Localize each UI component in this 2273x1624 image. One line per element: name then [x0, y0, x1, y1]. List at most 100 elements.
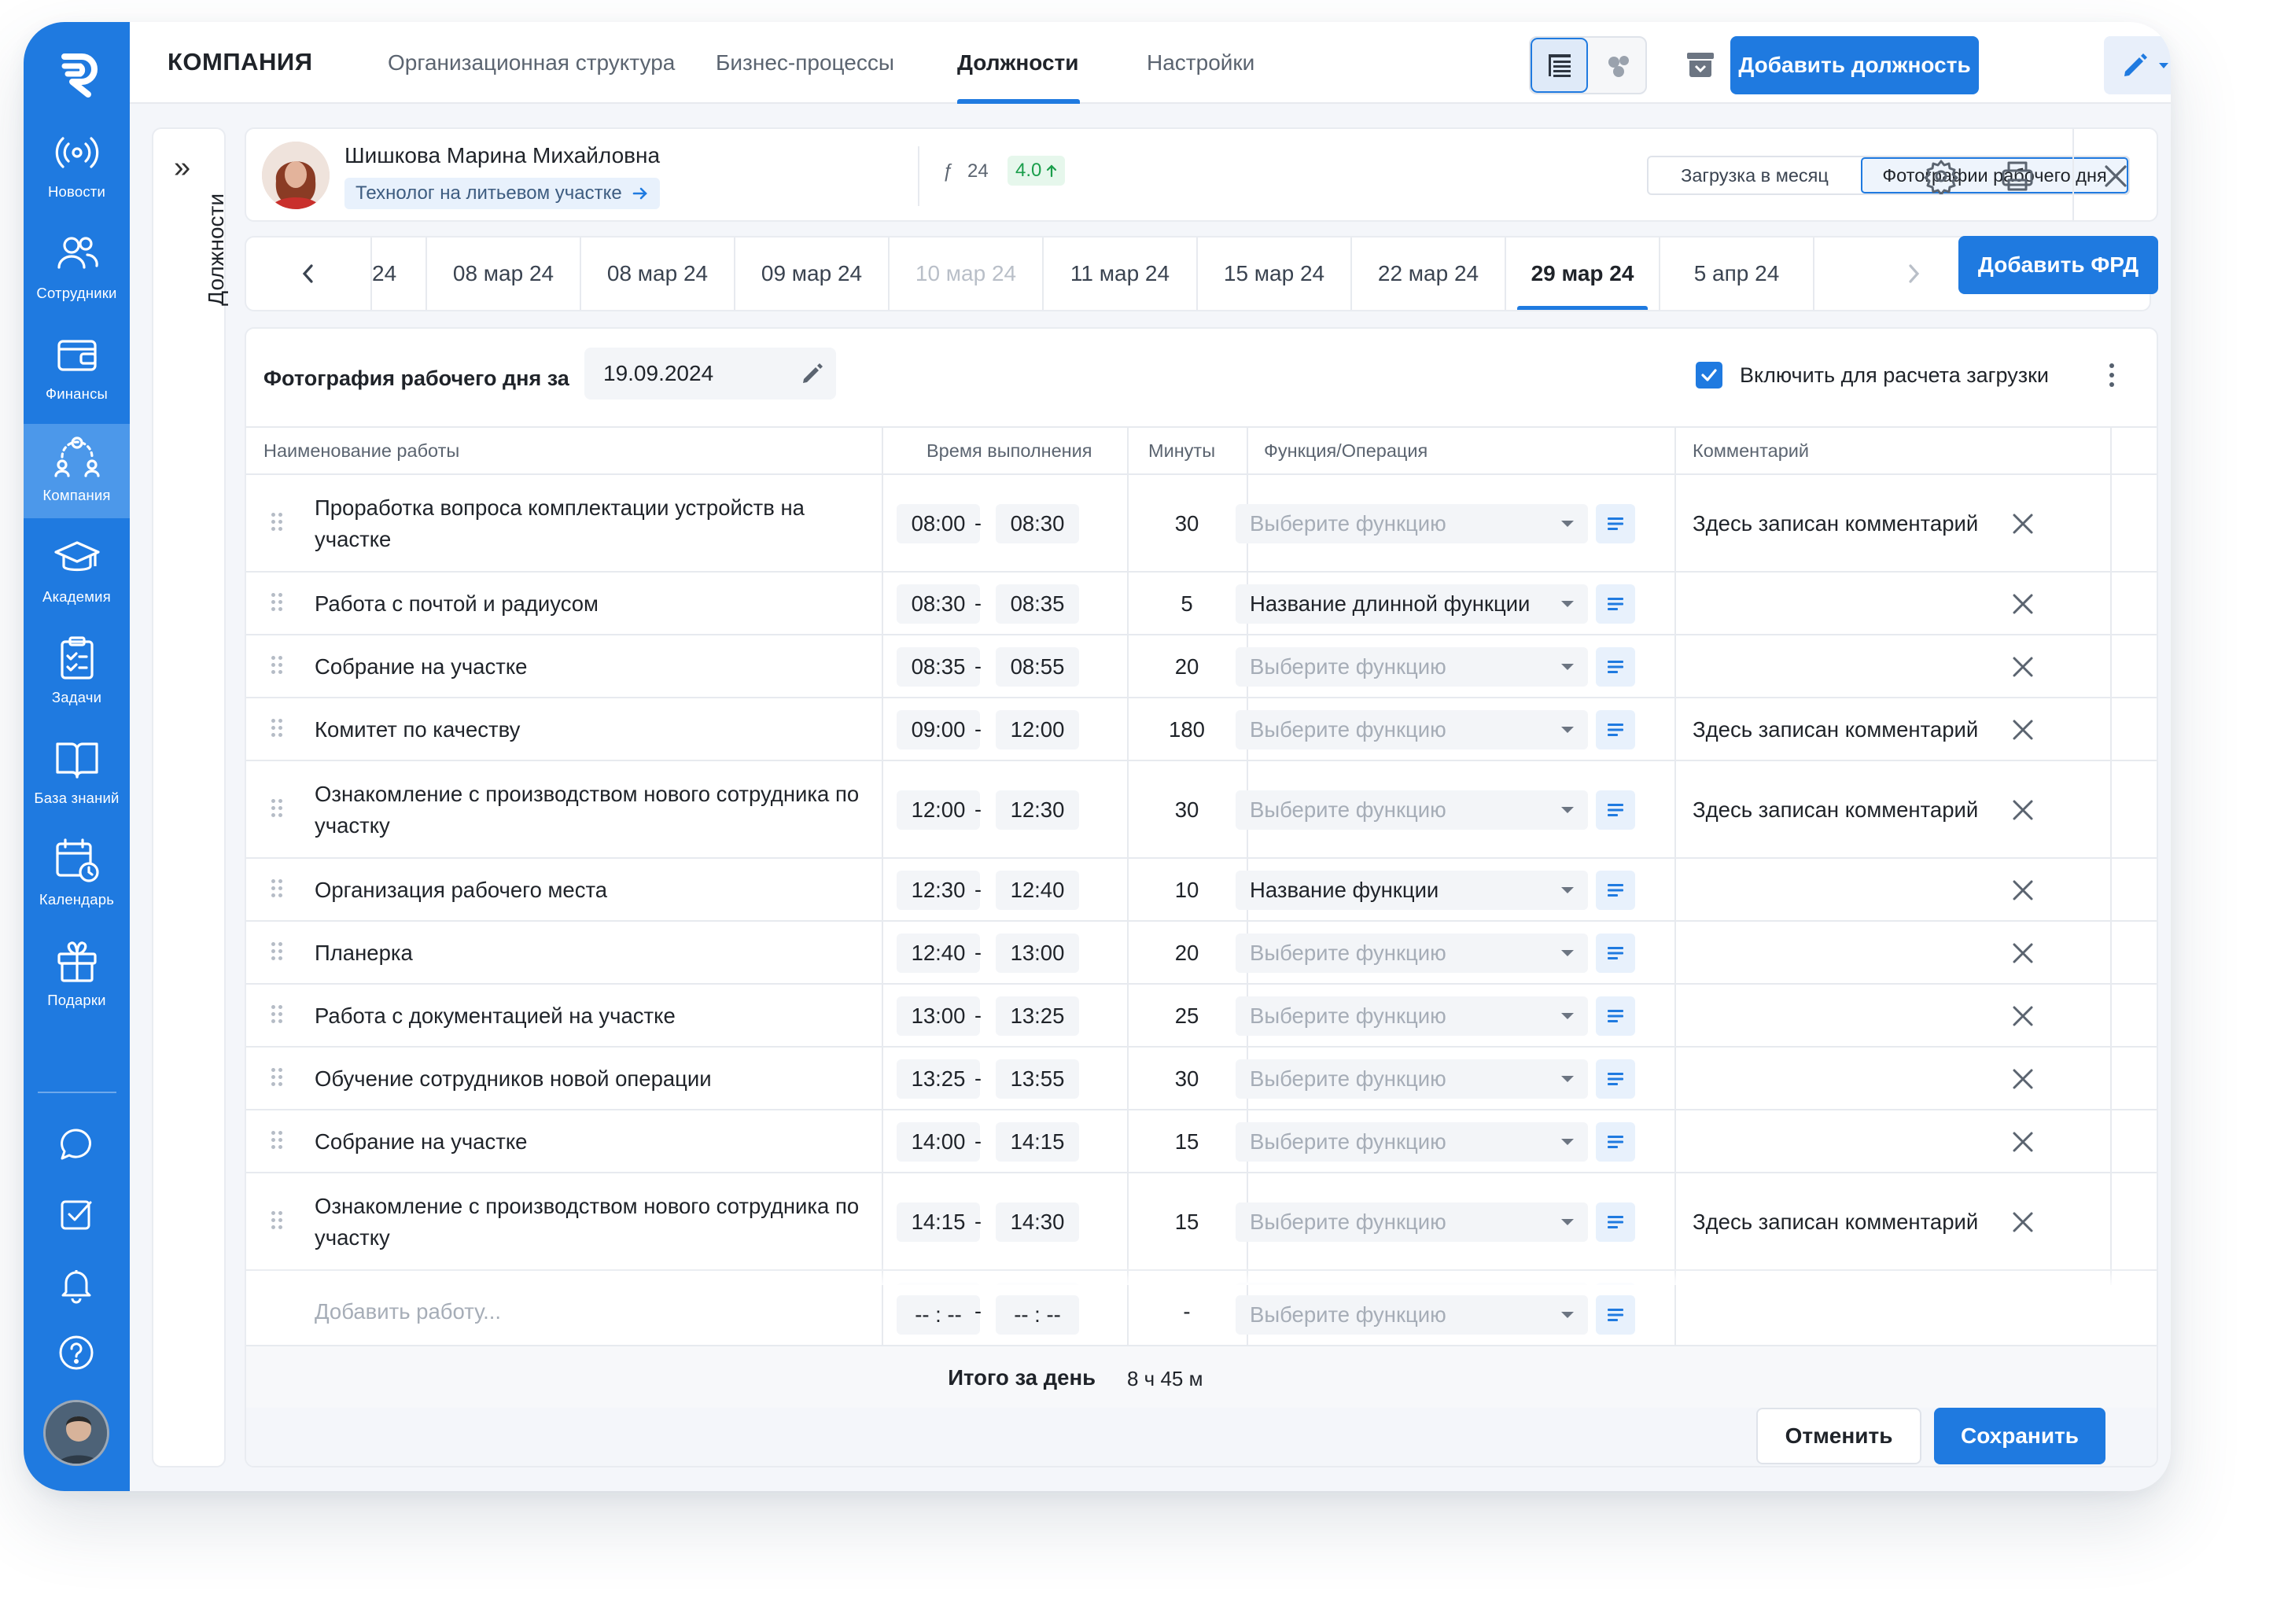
dates-next-button[interactable]	[1851, 238, 1976, 310]
pencil-icon[interactable]	[800, 361, 825, 386]
delete-row-button[interactable]	[2003, 584, 2043, 624]
date-tab[interactable]: 22 мар 24	[1352, 238, 1506, 310]
drag-handle-icon[interactable]	[271, 799, 282, 821]
work-name[interactable]: Работа с документацией на участке	[315, 1000, 865, 1032]
end-time-input[interactable]: 14:30	[996, 1202, 1079, 1242]
end-time-input[interactable]: 12:40	[996, 871, 1079, 910]
cancel-button[interactable]: Отменить	[1756, 1408, 1921, 1464]
drag-handle-icon[interactable]	[271, 593, 282, 615]
row-comment[interactable]: Здесь записан комментарий	[1693, 717, 1978, 742]
start-time-input[interactable]: 12:30	[897, 871, 980, 910]
work-name[interactable]: Организация рабочего места	[315, 875, 865, 906]
add-function-select[interactable]: Выберите функцию	[1236, 1295, 1588, 1335]
end-time-input[interactable]: 08:30	[996, 504, 1079, 543]
tab-org-structure[interactable]: Организационная структура	[388, 50, 675, 75]
tab-business-processes[interactable]: Бизнес-процессы	[716, 50, 894, 75]
work-name[interactable]: Работа с почтой и радиусом	[315, 588, 865, 620]
end-time-input[interactable]: 14:15	[996, 1122, 1079, 1162]
row-comment-empty[interactable]	[1693, 1129, 1991, 1156]
drag-handle-icon[interactable]	[271, 719, 282, 741]
row-comment-empty[interactable]	[1693, 878, 1991, 904]
sidebar-item-academy[interactable]: Академия	[24, 525, 130, 620]
employee-role-link[interactable]: Технолог на литьевом участке	[344, 178, 660, 209]
sidebar-item-gifts[interactable]: Подарки	[24, 929, 130, 1023]
drag-handle-icon[interactable]	[271, 513, 282, 535]
date-tab[interactable]: 5 апр 24	[1660, 238, 1814, 310]
row-comment-empty[interactable]	[1693, 654, 1991, 681]
add-end-time[interactable]: -- : --	[996, 1295, 1079, 1335]
row-comment-empty[interactable]	[1693, 1066, 1991, 1093]
drag-handle-icon[interactable]	[271, 1068, 282, 1090]
bubble-view-button[interactable]	[1590, 38, 1645, 93]
sidebar-item-employees[interactable]: Сотрудники	[24, 222, 130, 316]
end-time-input[interactable]: 12:00	[996, 710, 1079, 749]
row-comment-empty[interactable]	[1693, 591, 1991, 618]
close-card-button[interactable]	[2092, 153, 2139, 200]
start-time-input[interactable]: 13:25	[897, 1059, 980, 1099]
delete-row-button[interactable]	[2003, 871, 2043, 910]
settings-button[interactable]	[1917, 153, 1965, 200]
function-list-button[interactable]	[1596, 1122, 1635, 1162]
function-list-button[interactable]	[1596, 1059, 1635, 1099]
delete-row-button[interactable]	[2003, 1122, 2043, 1162]
date-tab[interactable]: 11 мар 24	[1044, 238, 1198, 310]
row-comment-empty[interactable]	[1693, 1003, 1991, 1030]
user-avatar[interactable]	[43, 1400, 109, 1466]
tab-positions[interactable]: Должности	[957, 50, 1078, 75]
work-name[interactable]: Комитет по качеству	[315, 714, 865, 746]
save-button[interactable]: Сохранить	[1934, 1408, 2105, 1464]
archive-button[interactable]	[1675, 39, 1726, 90]
row-comment[interactable]: Здесь записан комментарий	[1693, 797, 1978, 823]
edit-menu-button[interactable]	[2104, 36, 2171, 94]
row-comment[interactable]: Здесь записан комментарий	[1693, 1210, 1978, 1235]
switch-monthly-load[interactable]: Загрузка в месяц	[1649, 157, 1861, 193]
app-logo-icon[interactable]	[49, 46, 105, 102]
end-time-input[interactable]: 12:30	[996, 790, 1079, 830]
delete-row-button[interactable]	[2003, 710, 2043, 749]
function-list-button[interactable]	[1596, 1202, 1635, 1242]
expand-panel-button[interactable]: »	[174, 151, 190, 185]
delete-row-button[interactable]	[2003, 504, 2043, 543]
date-tab[interactable]: 09 мар 24	[735, 238, 890, 310]
drag-handle-icon[interactable]	[271, 1005, 282, 1027]
sidebar-chat-button[interactable]	[50, 1118, 102, 1170]
function-select[interactable]: Выберите функцию	[1236, 504, 1588, 543]
drag-handle-icon[interactable]	[271, 1211, 282, 1233]
day-photo-date-field[interactable]: 19.09.2024	[584, 348, 836, 400]
function-list-button[interactable]	[1596, 710, 1635, 749]
row-comment-empty[interactable]	[1693, 941, 1991, 967]
drag-handle-icon[interactable]	[271, 1131, 282, 1153]
drag-handle-icon[interactable]	[271, 879, 282, 901]
end-time-input[interactable]: 13:00	[996, 934, 1079, 973]
sidebar-item-finance[interactable]: Финансы	[24, 322, 130, 417]
work-name[interactable]: Планерка	[315, 937, 865, 969]
add-work-input[interactable]: Добавить работу...	[315, 1299, 501, 1324]
end-time-input[interactable]: 08:55	[996, 647, 1079, 687]
function-list-button[interactable]	[1596, 647, 1635, 687]
work-name[interactable]: Собрание на участке	[315, 1126, 865, 1158]
start-time-input[interactable]: 08:00	[897, 504, 980, 543]
sidebar-checkbox-button[interactable]	[50, 1188, 102, 1240]
date-tab-active[interactable]: 29 мар 24	[1506, 238, 1660, 310]
function-list-button[interactable]	[1596, 790, 1635, 830]
delete-row-button[interactable]	[2003, 1202, 2043, 1242]
drag-handle-icon[interactable]	[271, 656, 282, 678]
delete-row-button[interactable]	[2003, 996, 2043, 1036]
date-tab[interactable]: 15 мар 24	[1198, 238, 1352, 310]
dates-prev-button[interactable]	[246, 238, 372, 310]
add-day-photo-button[interactable]: Добавить ФРД	[1958, 236, 2158, 294]
start-time-input[interactable]: 09:00	[897, 710, 980, 749]
work-name[interactable]: Проработка вопроса комплектации устройст…	[315, 492, 865, 555]
function-list-button[interactable]	[1596, 1295, 1635, 1335]
function-select[interactable]: Название длинной функции	[1236, 584, 1588, 624]
end-time-input[interactable]: 08:35	[996, 584, 1079, 624]
delete-row-button[interactable]	[2003, 647, 2043, 687]
start-time-input[interactable]: 08:35	[897, 647, 980, 687]
work-name[interactable]: Ознакомление с производством нового сотр…	[315, 779, 865, 841]
function-select[interactable]: Выберите функцию	[1236, 996, 1588, 1036]
tab-settings[interactable]: Настройки	[1147, 50, 1254, 75]
function-select[interactable]: Выберите функцию	[1236, 1122, 1588, 1162]
function-list-button[interactable]	[1596, 934, 1635, 973]
more-options-button[interactable]	[2096, 357, 2127, 393]
work-name[interactable]: Ознакомление с производством нового сотр…	[315, 1191, 865, 1254]
